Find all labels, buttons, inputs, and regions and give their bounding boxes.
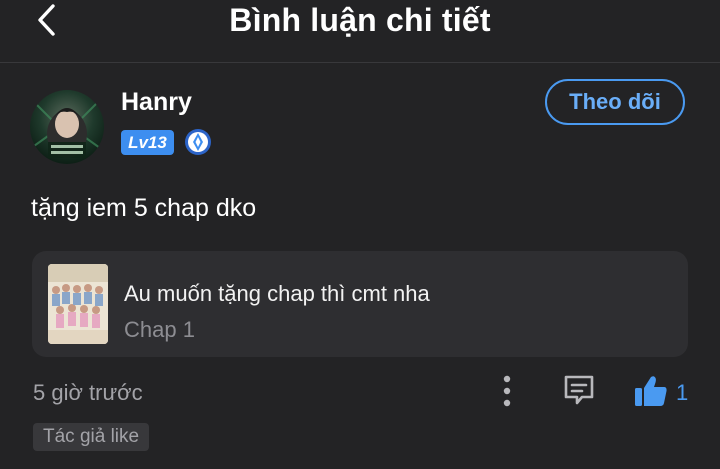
follow-button[interactable]: Theo dõi: [545, 79, 685, 125]
more-options-button[interactable]: [494, 372, 520, 410]
comment-icon: [564, 375, 594, 405]
page-title: Bình luận chi tiết: [229, 2, 491, 38]
like-count: 1: [676, 380, 689, 405]
quoted-comment-text: Au muốn tặng chap thì cmt nha: [124, 281, 430, 306]
comment-detail-page: Bình luận chi tiết Hanry Lv13 Theo dõi t…: [0, 0, 720, 469]
quoted-chapter-card[interactable]: Au muốn tặng chap thì cmt nha Chap 1: [32, 251, 688, 357]
like-button[interactable]: [632, 372, 670, 410]
avatar[interactable]: [30, 90, 104, 164]
more-vertical-icon: [503, 375, 511, 407]
username[interactable]: Hanry: [121, 88, 192, 117]
level-badge: Lv13: [121, 130, 174, 155]
chapter-thumbnail: [48, 264, 108, 344]
chapter-label: Chap 1: [124, 317, 195, 342]
top-bar: Bình luận chi tiết: [0, 0, 720, 63]
author-liked-badge: Tác giả like: [33, 423, 150, 451]
reply-button[interactable]: [561, 372, 597, 408]
rank-emblem-icon: [185, 129, 211, 155]
thumbs-up-icon: [635, 376, 667, 406]
comment-text: tặng iem 5 chap dko: [31, 194, 257, 222]
timestamp: 5 giờ trước: [33, 380, 143, 405]
